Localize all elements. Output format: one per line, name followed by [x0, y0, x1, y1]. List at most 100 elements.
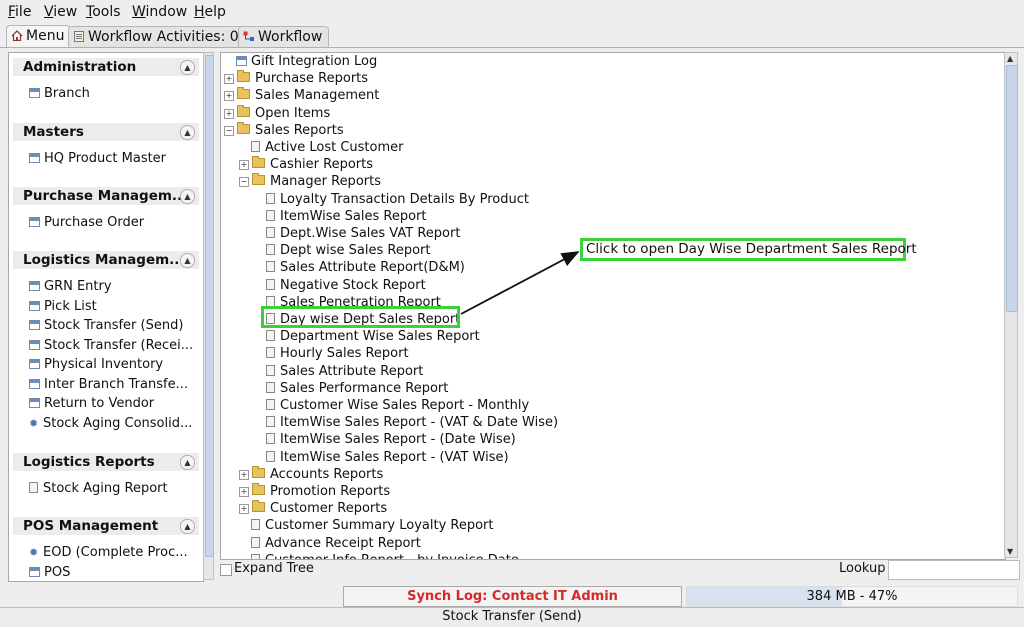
sidebar-group-header[interactable]: Logistics Reports ▲: [13, 453, 199, 471]
tree-node[interactable]: + Purchase Reports: [224, 70, 368, 87]
sidebar-item-hq-product-master[interactable]: HQ Product Master: [13, 149, 199, 169]
sidebar-group-header[interactable]: Logistics Managem... ▲: [13, 251, 199, 269]
scrollbar-thumb[interactable]: [1006, 65, 1018, 312]
tree-node-label: Dept.Wise Sales VAT Report: [280, 226, 461, 241]
tree-bottom-bar: Expand Tree Lookup: [220, 560, 1020, 580]
sidebar-item-label: POS: [44, 564, 71, 580]
expand-icon[interactable]: +: [239, 469, 249, 480]
collapse-icon[interactable]: −: [224, 125, 234, 136]
collapse-icon[interactable]: −: [239, 177, 249, 188]
sidebar-item-return-to-vendor[interactable]: Return to Vendor: [13, 394, 199, 414]
tree-node[interactable]: ItemWise Sales Report - (VAT Wise): [254, 449, 509, 466]
tree-node[interactable]: Loyalty Transaction Details By Product: [254, 191, 529, 208]
sidebar-group-header[interactable]: Masters ▲: [13, 123, 199, 141]
tree-node[interactable]: Sales Performance Report: [254, 380, 448, 397]
report-icon: [29, 482, 38, 493]
tree-node-label: ItemWise Sales Report - (Date Wise): [280, 432, 516, 448]
collapse-icon[interactable]: ▲: [180, 60, 195, 75]
tree-node[interactable]: Customer Info Report - by Invoice Date: [239, 552, 519, 559]
sidebar-item-stock-transfer-receive[interactable]: Stock Transfer (Recei...: [13, 336, 199, 356]
tree-node[interactable]: + Cashier Reports: [239, 156, 373, 173]
tree-node[interactable]: Gift Integration Log: [224, 53, 377, 70]
expand-icon[interactable]: +: [239, 487, 249, 497]
sidebar-group-header[interactable]: Administration ▲: [13, 58, 199, 76]
tree-node[interactable]: ItemWise Sales Report: [254, 208, 427, 225]
tree-node[interactable]: Sales Attribute Report: [254, 363, 423, 380]
tree-node[interactable]: − Manager Reports: [239, 173, 381, 190]
report-icon: [266, 416, 275, 428]
sidebar-panel: Administration ▲ Branch Masters ▲ HQ Produ…: [8, 52, 204, 582]
tree-node[interactable]: Hourly Sales Report: [254, 345, 409, 362]
expand-icon[interactable]: +: [239, 504, 249, 515]
collapse-icon[interactable]: ▲: [180, 253, 195, 268]
menu-tools[interactable]: Tools: [86, 4, 121, 20]
form-icon: [29, 339, 40, 350]
tree-node[interactable]: − Sales Reports: [224, 121, 344, 139]
folder-icon: [252, 483, 265, 495]
menu-file[interactable]: File: [8, 4, 31, 20]
report-icon: [266, 330, 275, 342]
sidebar-item-pick-list[interactable]: Pick List: [13, 297, 199, 317]
scrollbar-thumb[interactable]: [205, 55, 214, 557]
sidebar-group-header[interactable]: POS Management ▲: [13, 517, 199, 535]
menu-help[interactable]: Help: [194, 4, 226, 20]
scroll-up-icon[interactable]: ▲: [1007, 54, 1013, 63]
tree-node[interactable]: Negative Stock Report: [254, 277, 426, 294]
tree-node[interactable]: Dept wise Sales Report: [254, 242, 430, 259]
tree-node[interactable]: Active Lost Customer: [239, 139, 403, 156]
sidebar-item-branch[interactable]: Branch: [13, 84, 199, 104]
tree-node[interactable]: + Accounts Reports: [239, 465, 383, 483]
tree-node-label: Customer Wise Sales Report - Monthly: [280, 398, 530, 413]
tree-node[interactable]: Advance Receipt Report: [239, 535, 421, 552]
menu-window[interactable]: Window: [132, 4, 187, 20]
synch-log-button[interactable]: Synch Log: Contact IT Admin: [343, 586, 682, 607]
tree-node[interactable]: Sales Attribute Report(D&M): [254, 259, 465, 276]
expand-icon[interactable]: +: [239, 160, 249, 171]
highlight-box: [261, 306, 460, 328]
sidebar-item-label: Purchase Order: [44, 215, 145, 230]
tree-scrollbar[interactable]: ▲ ▼: [1004, 52, 1018, 558]
form-icon: [29, 300, 40, 311]
sidebar-item-grn-entry[interactable]: GRN Entry: [13, 277, 199, 297]
sidebar-item-inter-branch-transfer[interactable]: Inter Branch Transfe...: [13, 375, 199, 395]
sidebar-group-header[interactable]: Purchase Managem... ▲: [13, 187, 199, 205]
sidebar-item-pos[interactable]: POS: [13, 563, 199, 582]
tab-workflow-activities[interactable]: Workflow Activities: 0: [68, 26, 246, 48]
tree-node[interactable]: + Sales Management: [224, 87, 379, 104]
tree-node[interactable]: Customer Summary Loyalty Report: [239, 517, 494, 534]
tab-menu[interactable]: Menu: [6, 25, 72, 48]
tree-node[interactable]: + Open Items: [224, 104, 330, 122]
sidebar-item-physical-inventory[interactable]: Physical Inventory: [13, 355, 199, 375]
tree-node[interactable]: + Customer Reports: [239, 500, 387, 517]
tree-node-label: Gift Integration Log: [251, 54, 378, 69]
tree-node[interactable]: Department Wise Sales Report: [254, 328, 480, 345]
scroll-down-icon[interactable]: ▼: [1007, 547, 1013, 556]
sidebar-scrollbar[interactable]: [203, 52, 214, 580]
sidebar-item-eod[interactable]: ✹ EOD (Complete Proc...: [13, 543, 199, 563]
collapse-icon[interactable]: ▲: [180, 125, 195, 140]
sidebar-item-purchase-order[interactable]: Purchase Order: [13, 213, 199, 233]
menu-bar: File View Tools Window Help: [0, 0, 1024, 24]
sidebar-item-stock-aging-consolidation[interactable]: ✹ Stock Aging Consolid...: [13, 414, 199, 434]
expand-icon[interactable]: +: [224, 108, 234, 119]
collapse-icon[interactable]: ▲: [180, 455, 195, 470]
sidebar-item-stock-transfer-send[interactable]: Stock Transfer (Send): [13, 316, 199, 336]
tree-node[interactable]: Dept.Wise Sales VAT Report: [254, 225, 460, 242]
folder-icon: [252, 156, 265, 169]
report-icon: [266, 364, 275, 376]
expand-icon[interactable]: +: [224, 74, 234, 85]
expand-tree-checkbox[interactable]: [220, 564, 232, 576]
collapse-icon[interactable]: ▲: [180, 189, 195, 204]
collapse-icon[interactable]: ▲: [180, 519, 195, 534]
tree-node[interactable]: + Promotion Reports: [239, 483, 390, 500]
tree-node[interactable]: ItemWise Sales Report - (Date Wise): [254, 431, 516, 448]
form-icon: [29, 153, 40, 163]
menu-view[interactable]: View: [44, 4, 77, 20]
tree-node[interactable]: Customer Wise Sales Report - Monthly: [254, 397, 529, 414]
lookup-input[interactable]: [888, 560, 1020, 580]
expand-icon[interactable]: +: [224, 91, 234, 102]
tree-node[interactable]: ItemWise Sales Report - (VAT & Date Wise…: [254, 414, 558, 431]
tree-node-label: Advance Receipt Report: [265, 535, 421, 551]
sidebar-item-stock-aging-report[interactable]: Stock Aging Report: [13, 479, 199, 499]
tab-workflow[interactable]: Workflow: [238, 26, 330, 48]
